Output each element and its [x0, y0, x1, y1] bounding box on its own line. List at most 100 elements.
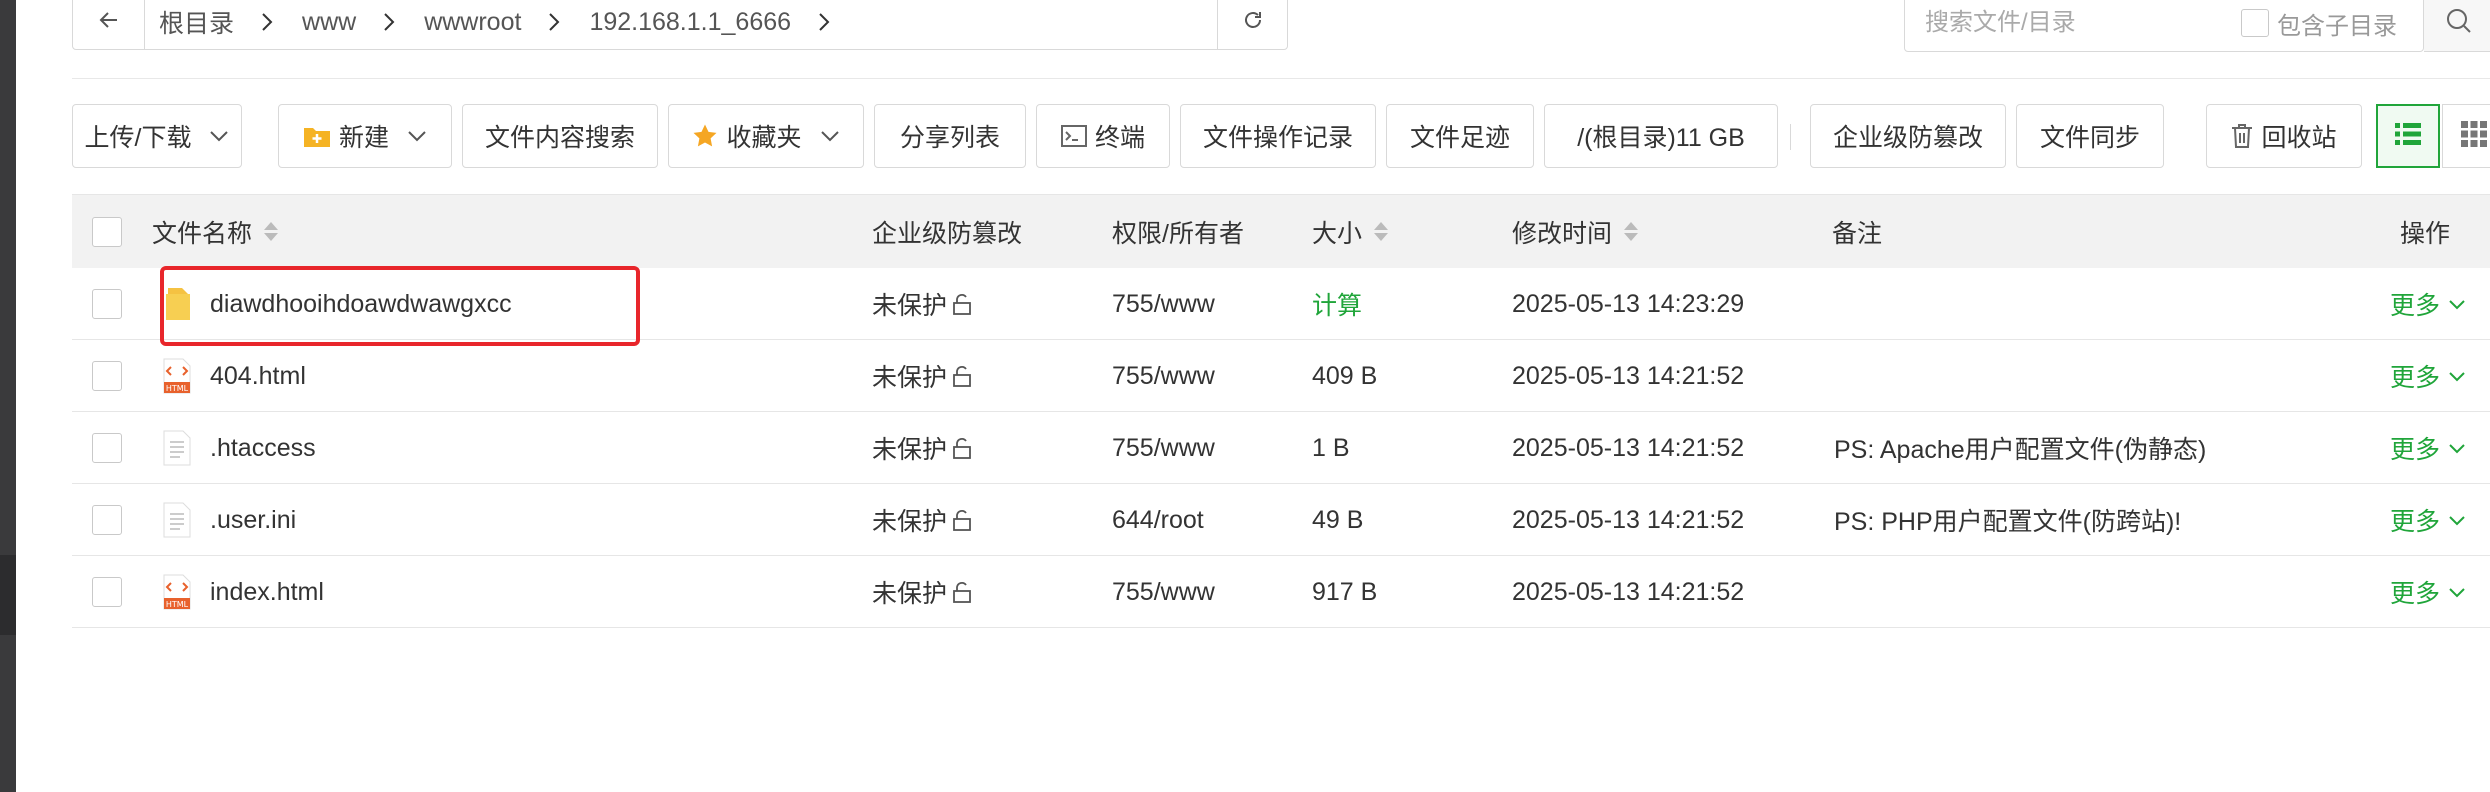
star-icon [692, 123, 718, 149]
upload-download-button[interactable]: 上传/下载 [72, 104, 242, 168]
file-size: 409 B [1312, 361, 1378, 390]
file-table: 文件名称 企业级防篡改 权限/所有者 大小 修改时间 备注 操作 diawdho… [72, 194, 2490, 628]
permission[interactable]: 755/www [1112, 268, 1215, 340]
more-button[interactable]: 更多 [2390, 340, 2466, 412]
chevron-right-icon [817, 11, 831, 33]
disk-usage-button[interactable]: /(根目录)11 GB [1544, 104, 1778, 168]
row-checkbox[interactable] [92, 412, 122, 484]
table-row[interactable]: diawdhooihdoawdwawgxcc 未保护 755/www 计算 20… [72, 268, 2490, 340]
content-search-button[interactable]: 文件内容搜索 [462, 104, 658, 168]
search-box: 包含子目录 [1904, 0, 2424, 52]
list-view-icon [2394, 121, 2422, 152]
header-tamper: 企业级防篡改 [872, 219, 1023, 248]
chevron-down-icon [2448, 299, 2466, 310]
search-button[interactable] [2424, 0, 2490, 52]
lock-icon [951, 437, 973, 459]
modified-time: 2025-05-13 14:23:29 [1512, 289, 1745, 318]
more-button[interactable]: 更多 [2390, 556, 2466, 628]
file-name[interactable]: .htaccess [210, 412, 316, 484]
header-note: 备注 [1832, 219, 1883, 248]
back-button[interactable] [73, 0, 145, 49]
chevron-down-icon [209, 130, 229, 142]
header-action: 操作 [2400, 219, 2451, 248]
permission[interactable]: 755/www [1112, 340, 1215, 412]
row-checkbox[interactable] [92, 340, 122, 412]
row-checkbox[interactable] [92, 484, 122, 556]
search-input[interactable] [1905, 9, 2205, 37]
tamper-status[interactable]: 未保护 [872, 268, 973, 340]
refresh-button[interactable] [1217, 0, 1287, 49]
select-all-checkbox[interactable] [92, 216, 122, 247]
folder-icon [164, 268, 192, 340]
html-file-icon: HTML [162, 556, 192, 628]
new-button[interactable]: 新建 [278, 104, 452, 168]
file-name[interactable]: diawdhooihdoawdwawgxcc [210, 268, 512, 340]
favorites-button[interactable]: 收藏夹 [668, 104, 864, 168]
permission[interactable]: 644/root [1112, 484, 1204, 556]
file-size: 917 B [1312, 577, 1378, 606]
divider [72, 78, 2490, 79]
row-checkbox[interactable] [92, 556, 122, 628]
table-row[interactable]: HTML 404.html 未保护 755/www 409 B 2025-05-… [72, 340, 2490, 412]
table-row[interactable]: .user.ini 未保护 644/root 49 B 2025-05-13 1… [72, 484, 2490, 556]
tamper-status[interactable]: 未保护 [872, 556, 973, 628]
terminal-button[interactable]: 终端 [1036, 104, 1170, 168]
note[interactable]: PS: PHP用户配置文件(防跨站)! [1834, 484, 2181, 556]
row-checkbox[interactable] [92, 268, 122, 340]
table-row[interactable]: .htaccess 未保护 755/www 1 B 2025-05-13 14:… [72, 412, 2490, 484]
note[interactable]: PS: Apache用户配置文件(伪静态) [1834, 412, 2206, 484]
more-button[interactable]: 更多 [2390, 412, 2466, 484]
breadcrumb-item[interactable]: www [288, 0, 410, 49]
share-list-button[interactable]: 分享列表 [874, 104, 1026, 168]
table-header: 文件名称 企业级防篡改 权限/所有者 大小 修改时间 备注 操作 [72, 194, 2490, 268]
chevron-down-icon [2448, 515, 2466, 526]
file-name[interactable]: index.html [210, 556, 324, 628]
header-modified-time[interactable]: 修改时间 [1512, 214, 1639, 250]
search-icon [2445, 7, 2473, 40]
tamper-status[interactable]: 未保护 [872, 484, 973, 556]
checkbox[interactable] [2241, 9, 2269, 37]
include-subdir-checkbox[interactable]: 包含子目录 [2241, 6, 2397, 41]
sort-icon [264, 222, 279, 241]
file-size: 1 B [1312, 433, 1350, 462]
header-name[interactable]: 文件名称 [152, 214, 279, 250]
more-button[interactable]: 更多 [2390, 484, 2466, 556]
operation-log-button[interactable]: 文件操作记录 [1180, 104, 1376, 168]
more-button[interactable]: 更多 [2390, 268, 2466, 340]
file-size: 49 B [1312, 505, 1364, 534]
include-subdir-label: 包含子目录 [2277, 12, 2397, 40]
chevron-right-icon [382, 11, 396, 33]
lock-icon [951, 365, 973, 387]
arrow-left-icon [97, 8, 121, 37]
text-file-icon [162, 412, 192, 484]
table-row[interactable]: HTML index.html 未保护 755/www 917 B 2025-0… [72, 556, 2490, 628]
tamper-status[interactable]: 未保护 [872, 340, 973, 412]
file-name[interactable]: 404.html [210, 340, 306, 412]
tamper-proof-button[interactable]: 企业级防篡改 [1810, 104, 2006, 168]
file-sync-button[interactable]: 文件同步 [2016, 104, 2164, 168]
lock-icon [951, 293, 973, 315]
permission[interactable]: 755/www [1112, 556, 1215, 628]
trash-icon [2231, 123, 2253, 149]
list-view-button[interactable] [2376, 104, 2440, 168]
modified-time: 2025-05-13 14:21:52 [1512, 577, 1745, 606]
calculate-size-link[interactable]: 计算 [1312, 268, 1362, 340]
svg-text:HTML: HTML [166, 600, 189, 609]
permission[interactable]: 755/www [1112, 412, 1215, 484]
footprint-button[interactable]: 文件足迹 [1386, 104, 1534, 168]
modified-time: 2025-05-13 14:21:52 [1512, 361, 1745, 390]
header-size[interactable]: 大小 [1312, 214, 1389, 250]
breadcrumb-item[interactable]: 192.168.1.1_6666 [575, 0, 845, 49]
header-permission: 权限/所有者 [1112, 219, 1244, 248]
grid-view-button[interactable] [2442, 104, 2490, 168]
html-file-icon: HTML [162, 340, 192, 412]
file-name[interactable]: .user.ini [210, 484, 296, 556]
breadcrumb-item[interactable]: wwwroot [410, 0, 575, 49]
tamper-status[interactable]: 未保护 [872, 412, 973, 484]
new-folder-icon [303, 124, 331, 148]
lock-icon [951, 509, 973, 531]
recycle-bin-button[interactable]: 回收站 [2206, 104, 2362, 168]
breadcrumb-item[interactable]: 根目录 [145, 0, 288, 49]
text-file-icon [162, 484, 192, 556]
modified-time: 2025-05-13 14:21:52 [1512, 505, 1745, 534]
